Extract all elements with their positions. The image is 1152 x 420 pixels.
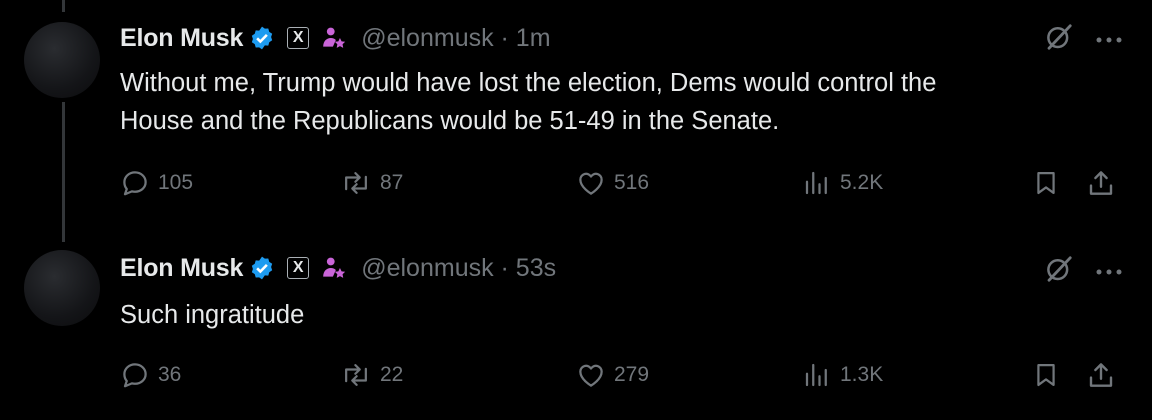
avatar[interactable]	[24, 250, 100, 326]
views-icon	[802, 168, 832, 198]
tweet-text: Without me, Trump would have lost the el…	[120, 64, 1120, 140]
avatar[interactable]	[24, 22, 100, 98]
tweet-header: Elon Musk X @elonmusk · 1m	[120, 20, 551, 56]
reply-icon	[120, 168, 150, 198]
share-icon	[1086, 360, 1116, 390]
share-icon	[1086, 168, 1116, 198]
tweet-actions: 36 22 279 1.3K	[120, 360, 1120, 396]
x-badge-icon: X	[287, 27, 310, 49]
reply-button[interactable]: 36	[120, 360, 181, 390]
tweet-actions: 105 87 516 5.2K	[120, 168, 1120, 204]
grok-icon[interactable]	[1044, 22, 1074, 57]
like-button[interactable]: 516	[576, 168, 649, 198]
reply-button[interactable]: 105	[120, 168, 193, 198]
bookmark-icon	[1032, 168, 1060, 198]
share-button[interactable]	[1086, 360, 1116, 390]
tweet-header: Elon Musk X @elonmusk · 53s	[120, 250, 556, 286]
like-count: 279	[614, 363, 650, 386]
share-button[interactable]	[1086, 168, 1116, 198]
tweet-text-line: Without me, Trump would have lost the el…	[120, 69, 937, 97]
views-icon	[802, 360, 832, 390]
more-icon[interactable]	[1096, 31, 1122, 49]
like-button[interactable]: 279	[576, 360, 649, 390]
tweet[interactable]: Elon Musk X @elonmusk · 1m Without me, T…	[0, 0, 1152, 242]
x-badge-icon: X	[287, 257, 310, 279]
reply-count: 36	[158, 363, 182, 386]
repost-count: 22	[380, 363, 404, 386]
handle-timestamp[interactable]: @elonmusk · 1m	[361, 24, 550, 53]
tweet-text-line: Such ingratitude	[120, 301, 305, 329]
like-icon	[576, 360, 606, 390]
tweet-header-right	[1044, 22, 1122, 57]
repost-button[interactable]: 87	[340, 168, 403, 198]
bookmark-button[interactable]	[1032, 168, 1060, 198]
verified-badge-icon	[249, 255, 275, 281]
repost-icon	[340, 168, 372, 198]
like-icon	[576, 168, 606, 198]
reply-count: 105	[158, 171, 194, 194]
views-count: 5.2K	[840, 171, 884, 194]
affiliate-icon	[321, 255, 347, 281]
author-name[interactable]: Elon Musk	[120, 254, 243, 283]
handle-timestamp[interactable]: @elonmusk · 53s	[361, 254, 556, 283]
tweet[interactable]: Elon Musk X @elonmusk · 53s Such ingrati…	[0, 242, 1152, 420]
views-count: 1.3K	[840, 363, 884, 386]
repost-button[interactable]: 22	[340, 360, 403, 390]
affiliate-icon	[321, 25, 347, 51]
like-count: 516	[614, 171, 650, 194]
bookmark-icon	[1032, 360, 1060, 390]
views-button[interactable]: 5.2K	[802, 168, 883, 198]
views-button[interactable]: 1.3K	[802, 360, 883, 390]
repost-count: 87	[380, 171, 404, 194]
grok-icon[interactable]	[1044, 254, 1074, 289]
more-icon[interactable]	[1096, 263, 1122, 281]
repost-icon	[340, 360, 372, 390]
tweet-text: Such ingratitude	[120, 296, 1120, 334]
reply-icon	[120, 360, 150, 390]
bookmark-button[interactable]	[1032, 360, 1060, 390]
tweet-text-line: House and the Republicans would be 51-49…	[120, 107, 780, 135]
verified-badge-icon	[249, 25, 275, 51]
author-name[interactable]: Elon Musk	[120, 24, 243, 53]
tweet-header-right	[1044, 254, 1122, 289]
